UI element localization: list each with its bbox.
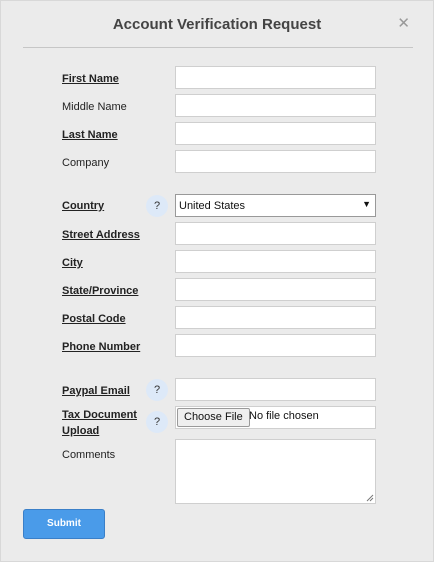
- phone-number-label: Phone Number: [62, 341, 141, 353]
- tax-document-help-icon[interactable]: ?: [146, 411, 168, 433]
- comments-label: Comments: [62, 449, 116, 461]
- resize-grip-icon[interactable]: [366, 494, 374, 502]
- country-help-icon[interactable]: ?: [146, 195, 168, 217]
- submit-button[interactable]: Submit: [23, 509, 105, 539]
- paypal-help-icon[interactable]: ?: [146, 379, 168, 401]
- last-name-label: Last Name: [62, 129, 118, 141]
- verification-dialog: Account Verification Request ✕ First Nam…: [0, 0, 434, 562]
- title-divider: [23, 47, 413, 48]
- state-province-input[interactable]: [175, 278, 376, 301]
- close-icon[interactable]: ✕: [397, 14, 410, 32]
- street-address-label: Street Address: [62, 229, 140, 241]
- company-input[interactable]: [175, 150, 376, 173]
- chevron-down-icon: ▼: [362, 199, 371, 209]
- first-name-label: First Name: [62, 73, 119, 85]
- comments-textarea[interactable]: [175, 439, 376, 504]
- country-label: Country: [62, 200, 105, 212]
- state-province-label: State/Province: [62, 285, 139, 297]
- middle-name-label: Middle Name: [62, 101, 127, 113]
- last-name-input[interactable]: [175, 122, 376, 145]
- country-selected-value: United States: [179, 200, 246, 212]
- postal-code-label: Postal Code: [62, 313, 126, 325]
- middle-name-input[interactable]: [175, 94, 376, 117]
- choose-file-button[interactable]: Choose File: [177, 408, 250, 427]
- first-name-input[interactable]: [175, 66, 376, 89]
- street-address-input[interactable]: [175, 222, 376, 245]
- company-label: Company: [62, 157, 110, 169]
- city-label: City: [62, 257, 83, 269]
- tax-document-label-line1: Tax Document: [62, 409, 137, 421]
- tax-document-file-input[interactable]: Choose File No file chosen: [175, 406, 376, 429]
- paypal-email-label: Paypal Email: [62, 385, 130, 397]
- city-input[interactable]: [175, 250, 376, 273]
- tax-document-label-line2: Upload: [62, 425, 100, 437]
- country-select[interactable]: United States ▼: [175, 194, 376, 217]
- phone-number-input[interactable]: [175, 334, 376, 357]
- postal-code-input[interactable]: [175, 306, 376, 329]
- paypal-email-input[interactable]: [175, 378, 376, 401]
- file-status: No file chosen: [249, 410, 319, 422]
- dialog-title: Account Verification Request: [112, 16, 322, 33]
